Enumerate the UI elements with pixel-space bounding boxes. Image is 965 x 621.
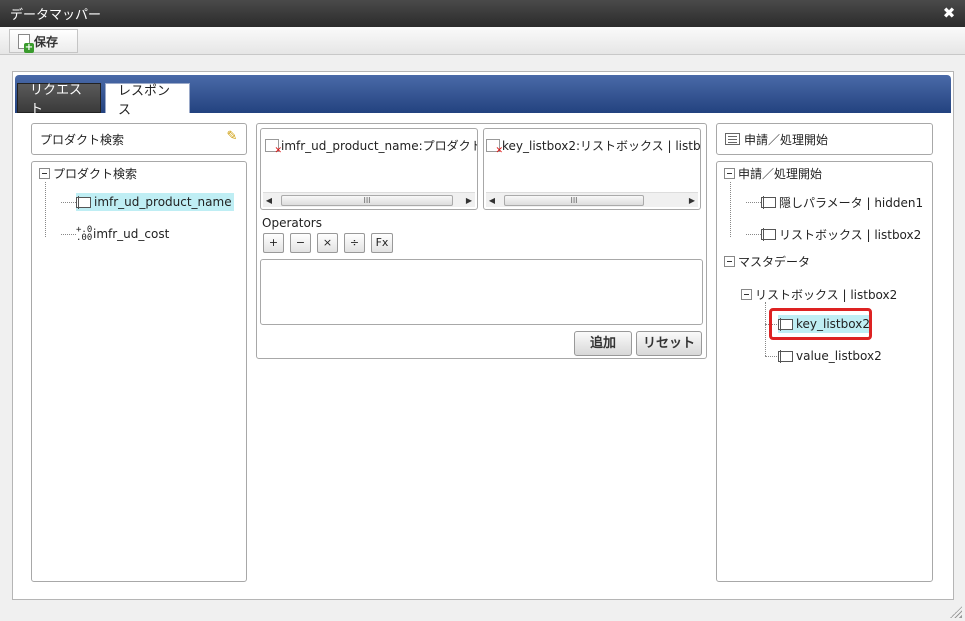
edit-icon[interactable]: ✎ [224, 129, 240, 145]
scroll-thumb[interactable]: III [504, 195, 644, 206]
form-icon [725, 133, 740, 145]
tab-response[interactable]: レスポンス [105, 83, 190, 118]
number-icon: +.0.00 [76, 225, 93, 243]
tree-node-label: リストボックス | listbox2 [779, 227, 922, 242]
tree-node-master-data[interactable]: マスタデータ [724, 252, 810, 270]
operators-label: Operators [262, 216, 322, 230]
collapse-icon[interactable] [39, 167, 50, 179]
tree-node-label: 隠しパラメータ | hidden1 [779, 195, 924, 210]
field-icon [778, 349, 793, 363]
left-panel-title: プロダクト検索 [40, 132, 125, 147]
left-panel-header: プロダクト検索 ✎ [31, 123, 247, 155]
collapse-icon[interactable] [741, 288, 752, 300]
source-field-box[interactable]: imfr_ud_product_name:プロダクト検索 ◀ III ▶ [260, 128, 478, 210]
field-icon [761, 195, 776, 209]
operator-plus-button[interactable]: + [263, 233, 284, 253]
scroll-right-icon[interactable]: ▶ [463, 193, 475, 208]
target-hscrollbar[interactable]: ◀ III ▶ [486, 192, 698, 207]
tree-node-application-start[interactable]: 申請／処理開始 [724, 164, 822, 182]
save-button[interactable]: 保存 [9, 29, 78, 53]
tree-node-master-listbox2[interactable]: リストボックス | listbox2 [741, 285, 897, 303]
right-panel-header: 申請／処理開始 [716, 123, 933, 155]
tree-node-hidden1[interactable]: 隠しパラメータ | hidden1 [761, 193, 923, 211]
window-title: データマッパー [10, 8, 102, 23]
tree-node-label: value_listbox2 [796, 349, 882, 363]
function-button[interactable]: Fx [371, 233, 393, 253]
collapse-icon[interactable] [724, 167, 735, 179]
source-field-text: imfr_ud_product_name:プロダクト検索 [281, 139, 477, 153]
add-button[interactable]: 追加 [574, 331, 632, 356]
target-field-box[interactable]: key_listbox2:リストボックス | listbox2.マ ◀ III … [483, 128, 701, 210]
operator-minus-button[interactable]: − [290, 233, 311, 253]
operator-divide-button[interactable]: ÷ [344, 233, 365, 253]
scroll-left-icon[interactable]: ◀ [263, 193, 275, 208]
save-document-icon [18, 33, 34, 53]
reset-button[interactable]: リセット [636, 331, 702, 356]
toolbar: 保存 [0, 27, 965, 55]
tree-node-value-listbox2[interactable]: value_listbox2 [778, 347, 882, 365]
collapse-icon[interactable] [724, 255, 735, 267]
tab-strip: リクエスト レスポンス [15, 75, 951, 118]
tree-node-label: プロダクト検索 [53, 166, 138, 181]
tree-node-label: imfr_ud_cost [93, 227, 170, 241]
highlight-box [769, 308, 872, 340]
tree-node-label: マスタデータ [738, 254, 811, 269]
broken-image-icon [265, 139, 282, 156]
window-titlebar: データマッパー ✖ [0, 0, 965, 27]
save-label: 保存 [34, 34, 59, 49]
operator-multiply-button[interactable]: × [317, 233, 338, 253]
right-panel-title: 申請／処理開始 [744, 132, 829, 147]
scroll-right-icon[interactable]: ▶ [686, 193, 698, 208]
tab-request[interactable]: リクエスト [17, 83, 101, 117]
close-icon[interactable]: ✖ [941, 4, 957, 22]
left-tree-panel: プロダクト検索 imfr_ud_product_name +.0.00 imfr… [31, 161, 247, 582]
tree-node-label: imfr_ud_product_name [94, 195, 232, 209]
right-tree-panel: 申請／処理開始 隠しパラメータ | hidden1 リストボックス | list… [716, 161, 933, 582]
expression-input[interactable] [260, 259, 703, 325]
target-field-text: key_listbox2:リストボックス | listbox2.マ [502, 139, 701, 153]
source-hscrollbar[interactable]: ◀ III ▶ [263, 192, 475, 207]
tree-node-label: 申請／処理開始 [738, 166, 823, 181]
scroll-left-icon[interactable]: ◀ [486, 193, 498, 208]
tree-node-listbox2[interactable]: リストボックス | listbox2 [761, 225, 921, 243]
tab-request-label: リクエスト [30, 83, 83, 117]
scroll-thumb[interactable]: III [281, 195, 453, 206]
field-icon [761, 227, 776, 241]
field-icon [76, 195, 91, 209]
tree-node-imfr-ud-cost[interactable]: +.0.00 imfr_ud_cost [76, 225, 169, 243]
resize-grip-icon[interactable] [950, 606, 962, 618]
tree-node-imfr-ud-product-name[interactable]: imfr_ud_product_name [76, 193, 234, 211]
broken-image-icon [486, 139, 503, 156]
tab-response-label: レスポンス [118, 83, 171, 118]
tree-node-label: リストボックス | listbox2 [755, 287, 898, 302]
tree-node-product-search[interactable]: プロダクト検索 [39, 164, 137, 182]
